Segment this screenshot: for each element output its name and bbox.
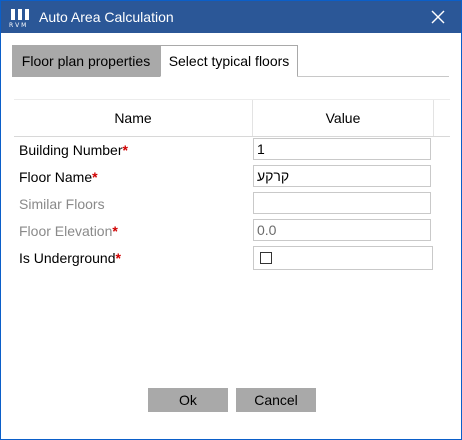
close-icon <box>431 10 445 24</box>
similar-floors-field[interactable] <box>253 192 431 214</box>
cancel-button[interactable]: Cancel <box>236 388 316 412</box>
rvm-logo-icon: R V M <box>8 8 32 29</box>
svg-text:R V M: R V M <box>9 22 26 28</box>
property-row-floor-name: Floor Name* <box>19 165 439 189</box>
tab-select-typical-floors[interactable]: Select typical floors <box>160 45 298 77</box>
required-marker: * <box>92 169 98 185</box>
property-label: Is Underground* <box>19 250 121 266</box>
property-row-similar-floors: Similar Floors <box>19 192 439 216</box>
floor-name-field[interactable] <box>253 165 431 187</box>
tab-divider <box>297 76 449 77</box>
dialog-window: R V M Auto Area Calculation Floor plan p… <box>0 0 462 440</box>
required-marker: * <box>115 250 121 266</box>
property-row-building-number: Building Number* <box>19 138 439 162</box>
window-title: Auto Area Calculation <box>39 9 174 25</box>
tab-floor-plan-properties[interactable]: Floor plan properties <box>12 45 160 77</box>
property-label: Floor Name* <box>19 169 98 185</box>
ok-button[interactable]: Ok <box>148 388 228 412</box>
close-button[interactable] <box>415 1 461 33</box>
is-underground-checkbox[interactable] <box>260 252 272 264</box>
property-row-is-underground: Is Underground* <box>19 246 439 270</box>
building-number-field[interactable] <box>253 138 431 160</box>
title-bar[interactable]: R V M Auto Area Calculation <box>1 1 461 33</box>
floor-elevation-field[interactable] <box>253 219 431 241</box>
required-marker: * <box>122 142 128 158</box>
property-label: Similar Floors <box>19 196 105 212</box>
column-header-name[interactable]: Name <box>14 100 253 136</box>
column-header-value[interactable]: Value <box>253 100 434 136</box>
property-label: Floor Elevation* <box>19 223 118 239</box>
grid-header: Name Value <box>14 99 450 137</box>
property-label: Building Number* <box>19 142 128 158</box>
required-marker: * <box>112 223 118 239</box>
property-row-floor-elevation: Floor Elevation* <box>19 219 439 243</box>
is-underground-cell <box>253 246 433 270</box>
